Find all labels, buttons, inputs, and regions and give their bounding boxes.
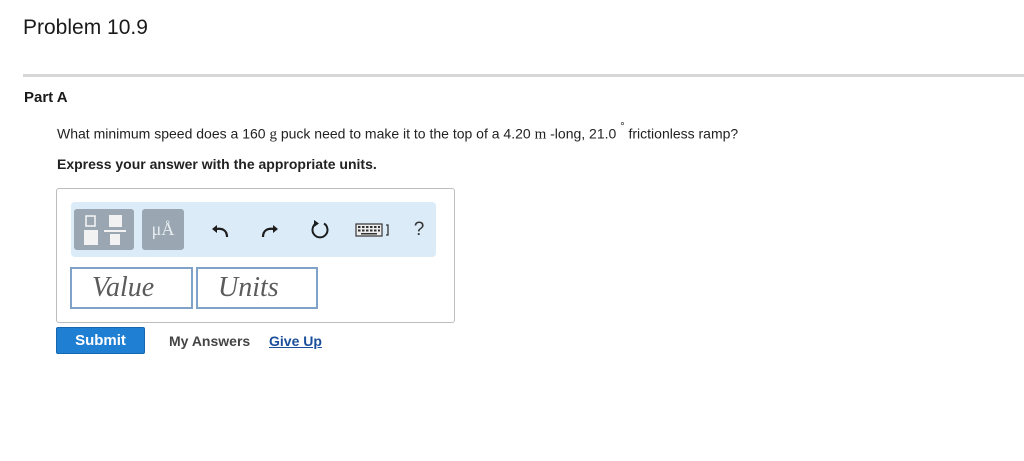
units-input[interactable] (196, 267, 318, 309)
symbols-button[interactable]: μÅ (142, 209, 184, 250)
math-toolbar: μÅ ? (71, 202, 436, 257)
problem-title: Problem 10.9 (23, 16, 148, 39)
reset-button[interactable] (308, 218, 332, 242)
give-up-link[interactable]: Give Up (269, 333, 322, 349)
degree-symbol: ° (620, 121, 625, 133)
part-title: Part A (24, 89, 68, 106)
reset-icon (311, 220, 329, 239)
question-segment: puck need to make it to the top of a 4.2… (276, 125, 535, 142)
keyboard-icon (355, 223, 389, 237)
help-button[interactable]: ? (407, 218, 431, 242)
answer-box: μÅ ? Value Units (56, 188, 455, 323)
question-segment: -long, 21.0 (546, 125, 617, 142)
undo-icon (212, 225, 229, 238)
help-icon: ? (413, 219, 425, 240)
section-divider (23, 74, 1024, 77)
templates-icon (84, 215, 126, 245)
answer-instruction: Express your answer with the appropriate… (57, 156, 377, 172)
question-text: What minimum speed does a 160 g puck nee… (57, 121, 739, 144)
question-segment: What minimum speed does a 160 (57, 125, 270, 142)
unit-grams: g (269, 126, 277, 143)
symbols-icon: μÅ (151, 219, 175, 239)
submit-button[interactable]: Submit (56, 327, 145, 354)
templates-button[interactable] (74, 209, 134, 250)
redo-button[interactable] (257, 218, 281, 242)
question-segment: frictionless ramp? (624, 125, 739, 142)
redo-icon (261, 225, 278, 238)
undo-button[interactable] (209, 218, 233, 242)
value-input[interactable] (70, 267, 193, 309)
unit-meters: m (534, 126, 547, 143)
my-answers-label: My Answers (169, 333, 251, 349)
keyboard-button[interactable] (355, 218, 393, 242)
